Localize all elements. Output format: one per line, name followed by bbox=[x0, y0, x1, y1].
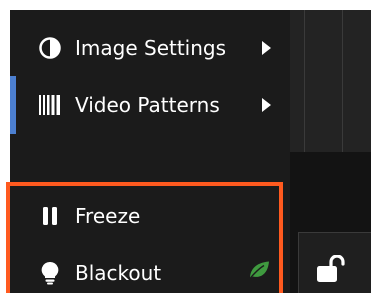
screen: Image Settings Video Patterns Freeze Bla… bbox=[0, 0, 371, 293]
menu-item-blackout[interactable]: Blackout bbox=[10, 246, 290, 293]
unlock-icon bbox=[317, 254, 349, 287]
leaf-icon bbox=[248, 261, 270, 286]
chevron-right-icon bbox=[262, 98, 271, 112]
menu-item-label: Freeze bbox=[75, 204, 141, 228]
lightbulb-icon bbox=[38, 261, 62, 285]
menu-item-freeze[interactable]: Freeze bbox=[10, 189, 290, 243]
half-circle-icon bbox=[38, 36, 62, 60]
menu-item-label: Image Settings bbox=[75, 36, 227, 60]
lock-button[interactable] bbox=[298, 232, 371, 293]
chevron-right-icon bbox=[262, 41, 271, 55]
pause-icon bbox=[38, 204, 62, 228]
menu-item-video-patterns[interactable]: Video Patterns bbox=[10, 78, 290, 132]
bars-pattern-icon bbox=[38, 93, 62, 117]
divider bbox=[342, 10, 343, 152]
menu-item-label: Blackout bbox=[75, 261, 162, 285]
divider bbox=[304, 10, 305, 152]
menu-item-label: Video Patterns bbox=[75, 93, 220, 117]
menu-item-image-settings[interactable]: Image Settings bbox=[10, 21, 290, 75]
